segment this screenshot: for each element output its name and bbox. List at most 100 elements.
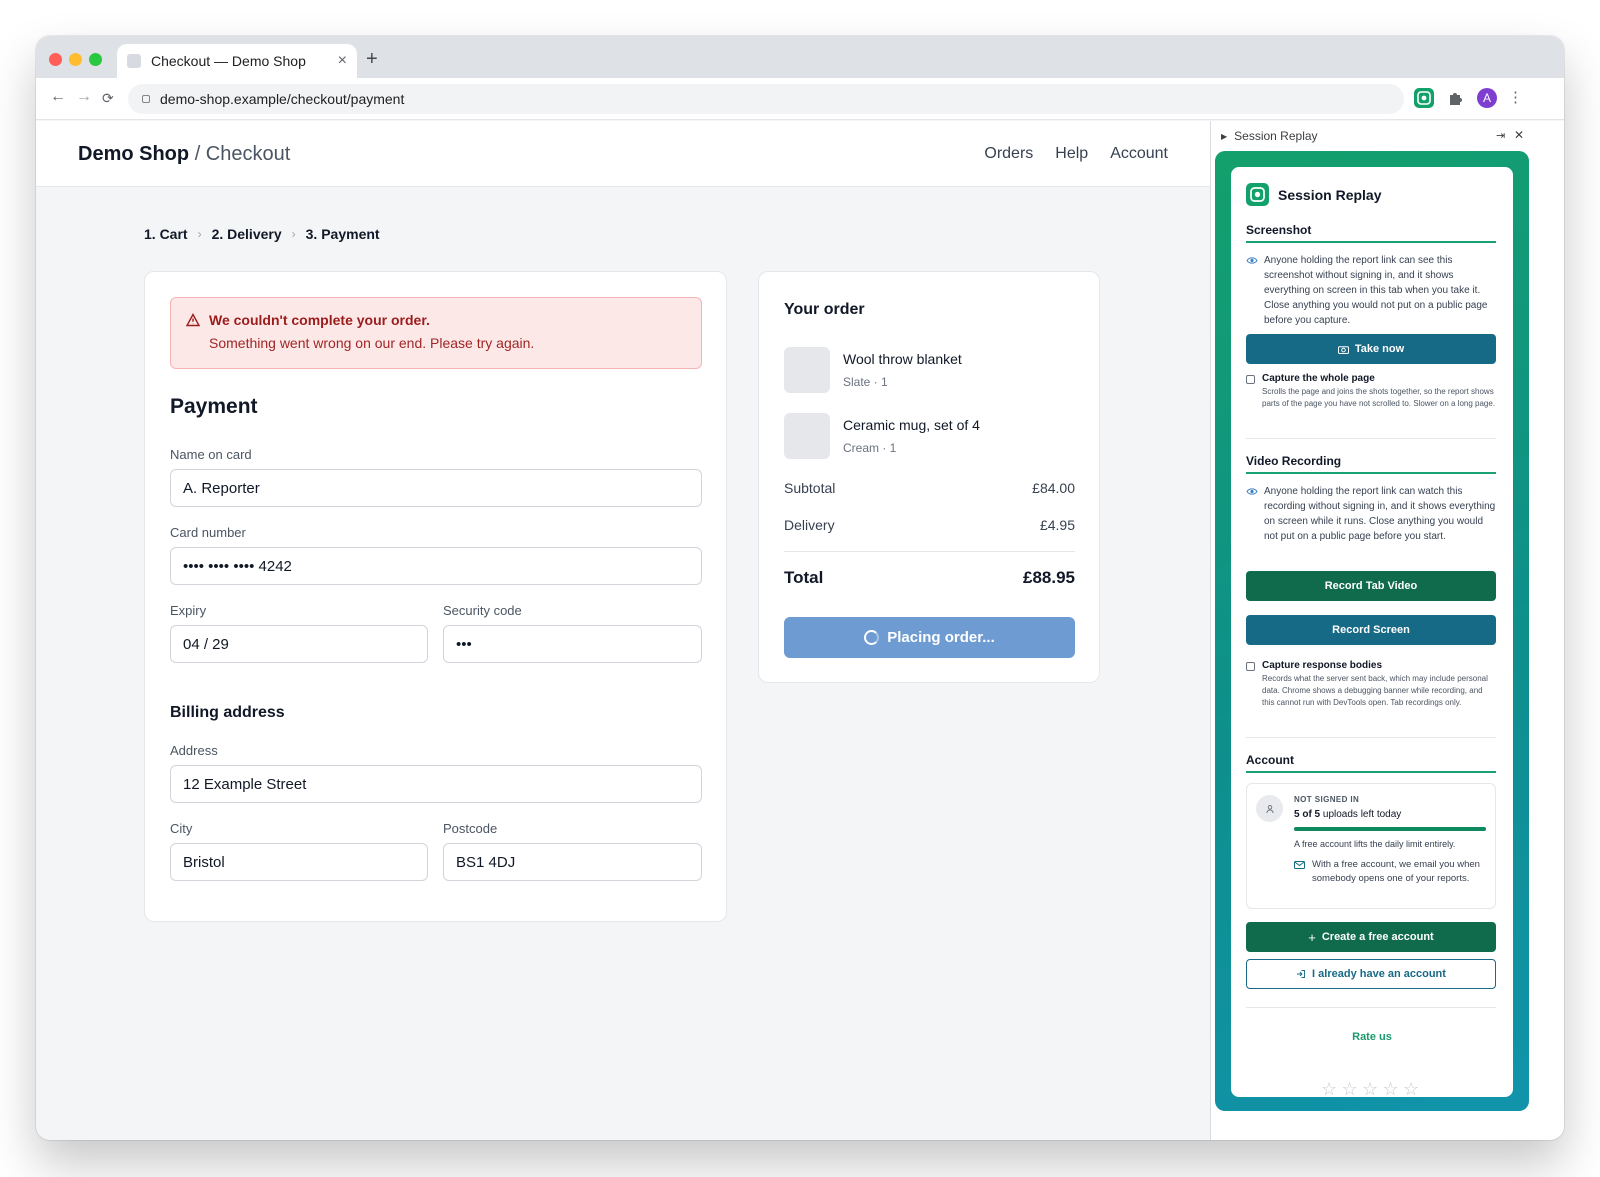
record-tab-video-button[interactable]: Record Tab Video	[1246, 571, 1496, 601]
order-item: Ceramic mug, set of 4 Cream · 1	[784, 413, 980, 459]
rate-us-label: Rate us	[1352, 1031, 1392, 1043]
subtotal-label: Subtotal	[784, 480, 836, 496]
address-bar[interactable]: demo-shop.example/checkout/payment	[128, 84, 1404, 114]
tab-close-icon[interactable]: ×	[338, 52, 347, 70]
puzzle-extensions-icon[interactable]	[1446, 88, 1466, 108]
pin-panel-icon[interactable]: ⇥	[1496, 129, 1505, 142]
city-input[interactable]: Bristol	[170, 843, 428, 881]
new-tab-button[interactable]: +	[366, 48, 378, 71]
maximize-window-dot[interactable]	[89, 53, 102, 66]
back-icon[interactable]: ←	[50, 88, 66, 106]
screenshot-heading: Screenshot	[1246, 223, 1496, 243]
address-input[interactable]: 12 Example Street	[170, 765, 702, 803]
uploads-text: uploads left today	[1320, 809, 1402, 820]
session-replay-extension-icon[interactable]	[1414, 88, 1434, 108]
sign-in-label: I already have an account	[1312, 968, 1446, 980]
sign-in-status: NOT SIGNED IN	[1294, 795, 1360, 804]
checkout-steps: 1. Cart › 2. Delivery › 3. Payment	[144, 226, 380, 242]
profile-avatar[interactable]: A	[1477, 88, 1497, 108]
site-header: Demo Shop / Checkout Orders Help Account	[36, 121, 1210, 187]
item-name: Wool throw blanket	[843, 351, 962, 367]
minimize-window-dot[interactable]	[69, 53, 82, 66]
capture-whole-page-help: Scrolls the page and joins the shots tog…	[1262, 387, 1496, 408]
divider	[1246, 1007, 1496, 1008]
camera-icon	[1337, 345, 1349, 354]
capture-whole-page-checkbox[interactable]	[1246, 375, 1255, 384]
card-number-label: Card number	[170, 525, 246, 540]
product-thumbnail	[784, 347, 830, 393]
screenshot-privacy-notice: Anyone holding the report link can see t…	[1264, 255, 1488, 326]
subtotal-value: £84.00	[1032, 480, 1075, 496]
free-account-note: A free account lifts the daily limit ent…	[1294, 839, 1456, 849]
uploads-progress-bar	[1294, 827, 1486, 831]
place-order-label: Placing order...	[887, 629, 995, 646]
card-number-input[interactable]: •••• •••• •••• 4242	[170, 547, 702, 585]
browser-tab[interactable]: Checkout — Demo Shop ×	[117, 44, 357, 78]
expiry-input[interactable]: 04 / 29	[170, 625, 428, 663]
divider	[784, 551, 1075, 552]
take-now-button[interactable]: Take now	[1246, 334, 1496, 364]
browser-toolbar: ← → ⟳ demo-shop.example/checkout/payment…	[36, 78, 1564, 120]
browser-menu-icon[interactable]: ⋮	[1508, 88, 1523, 106]
side-panel-header: ▶ Session Replay ⇥ ✕	[1211, 121, 1564, 151]
address-label: Address	[170, 743, 218, 758]
nav-help-link[interactable]: Help	[1055, 145, 1088, 163]
video-heading: Video Recording	[1246, 454, 1496, 474]
item-meta: Slate · 1	[843, 375, 888, 389]
place-order-button[interactable]: Placing order...	[784, 617, 1075, 658]
rating-star-2-icon[interactable]: ☆	[1342, 1079, 1358, 1100]
account-heading: Account	[1246, 753, 1496, 773]
warning-icon	[186, 313, 200, 327]
postcode-input[interactable]: BS1 4DJ	[443, 843, 702, 881]
nav-account-link[interactable]: Account	[1110, 145, 1168, 163]
checkout-page: Demo Shop / Checkout Orders Help Account…	[36, 121, 1210, 1140]
divider	[1246, 737, 1496, 738]
record-screen-button[interactable]: Record Screen	[1246, 615, 1496, 645]
chevron-right-icon: ›	[291, 227, 296, 241]
rating-star-5-icon[interactable]: ☆	[1403, 1079, 1419, 1100]
capture-response-bodies-checkbox[interactable]	[1246, 662, 1255, 671]
forward-icon[interactable]: →	[76, 88, 92, 106]
panel-toggle-icon[interactable]: ▶	[1221, 132, 1227, 141]
session-replay-logo-icon	[1246, 183, 1269, 206]
rating-star-3-icon[interactable]: ☆	[1362, 1079, 1378, 1100]
capture-response-bodies-label[interactable]: Capture response bodies	[1262, 660, 1382, 671]
product-thumbnail	[784, 413, 830, 459]
expiry-label: Expiry	[170, 603, 207, 618]
delivery-value: £4.95	[1039, 517, 1075, 533]
site-brand[interactable]: Demo Shop / Checkout	[78, 143, 290, 166]
popup-title: Session Replay	[1278, 187, 1382, 203]
order-heading: Your order	[784, 301, 865, 318]
rating-star-1-icon[interactable]: ☆	[1321, 1079, 1337, 1100]
sign-in-icon	[1297, 970, 1305, 978]
close-window-dot[interactable]	[49, 53, 62, 66]
browser-window: Checkout — Demo Shop × + ← → ⟳ demo-shop…	[36, 36, 1564, 1140]
name-on-card-input[interactable]: A. Reporter	[170, 469, 702, 507]
nav-orders-link[interactable]: Orders	[984, 145, 1033, 163]
capture-whole-page-label[interactable]: Capture the whole page	[1262, 373, 1375, 384]
divider	[1246, 438, 1496, 439]
rating-star-4-icon[interactable]: ☆	[1383, 1079, 1399, 1100]
url-text: demo-shop.example/checkout/payment	[160, 91, 405, 107]
eye-icon	[1246, 488, 1258, 495]
delivery-label: Delivery	[784, 517, 835, 533]
account-status-card: NOT SIGNED IN 5 of 5 uploads left today …	[1246, 783, 1496, 909]
extension-popup: Session Replay Screenshot Anyone holding…	[1231, 167, 1513, 1100]
total-value: £88.95	[1023, 568, 1075, 587]
close-panel-icon[interactable]: ✕	[1514, 128, 1524, 142]
tab-title: Checkout — Demo Shop	[151, 53, 306, 69]
security-code-input[interactable]: •••	[443, 625, 702, 663]
reload-icon[interactable]: ⟳	[102, 90, 114, 107]
error-alert: We couldn't complete your order. Somethi…	[170, 297, 702, 369]
payment-form-card: We couldn't complete your order. Somethi…	[144, 271, 727, 922]
step-delivery[interactable]: 2. Delivery	[212, 226, 282, 242]
uploads-count: 5 of 5	[1294, 809, 1321, 820]
step-cart[interactable]: 1. Cart	[144, 226, 188, 242]
lock-icon	[142, 95, 150, 103]
sign-in-button[interactable]: I already have an account	[1246, 959, 1496, 989]
create-account-button[interactable]: + Create a free account	[1246, 922, 1496, 952]
capture-response-bodies-help: Records what the server sent back, which…	[1262, 674, 1488, 707]
site-nav: Orders Help Account	[984, 145, 1168, 163]
loading-spinner-icon	[864, 630, 880, 645]
total-label: Total	[784, 568, 824, 587]
